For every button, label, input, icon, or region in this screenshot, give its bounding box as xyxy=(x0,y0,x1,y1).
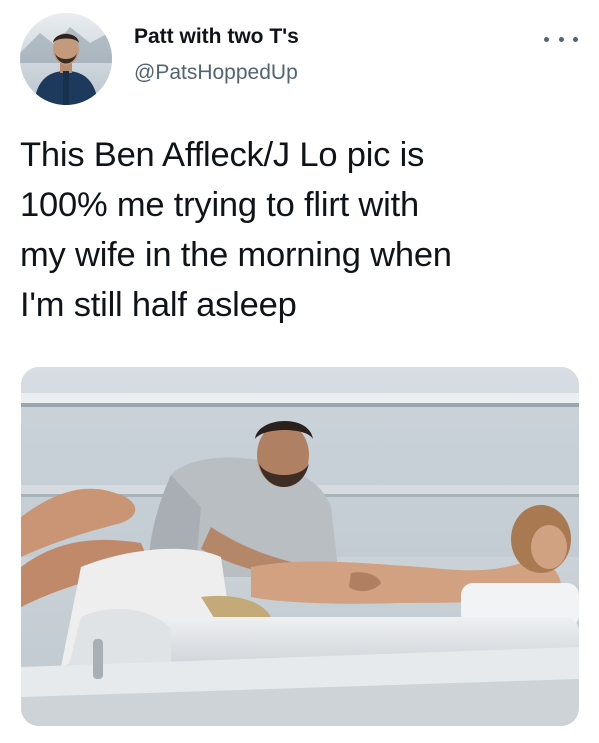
more-horizontal-icon-dot-3 xyxy=(573,36,578,42)
photo-image xyxy=(21,367,579,726)
tweet-text-line: my wife in the morning when xyxy=(20,236,452,274)
tweet-photo[interactable] xyxy=(21,367,579,726)
author-handle[interactable]: @PatsHoppedUp xyxy=(134,60,298,86)
avatar-image xyxy=(20,13,112,105)
more-horizontal-icon xyxy=(544,36,549,42)
tweet-card: Patt with two T's @PatsHoppedUp This Ben… xyxy=(0,0,599,743)
author-avatar[interactable] xyxy=(20,13,112,105)
tweet-text: This Ben Affleck/J Lo pic is 100% me try… xyxy=(20,130,580,330)
author-name[interactable]: Patt with two T's xyxy=(134,24,299,50)
tweet-text-line: This Ben Affleck/J Lo pic is xyxy=(20,136,425,174)
more-horizontal-icon-dot-2 xyxy=(558,36,564,42)
tweet-text-line: I'm still half asleep xyxy=(20,286,297,324)
more-options-button[interactable] xyxy=(544,28,578,50)
tweet-text-line: 100% me trying to flirt with xyxy=(20,186,419,224)
